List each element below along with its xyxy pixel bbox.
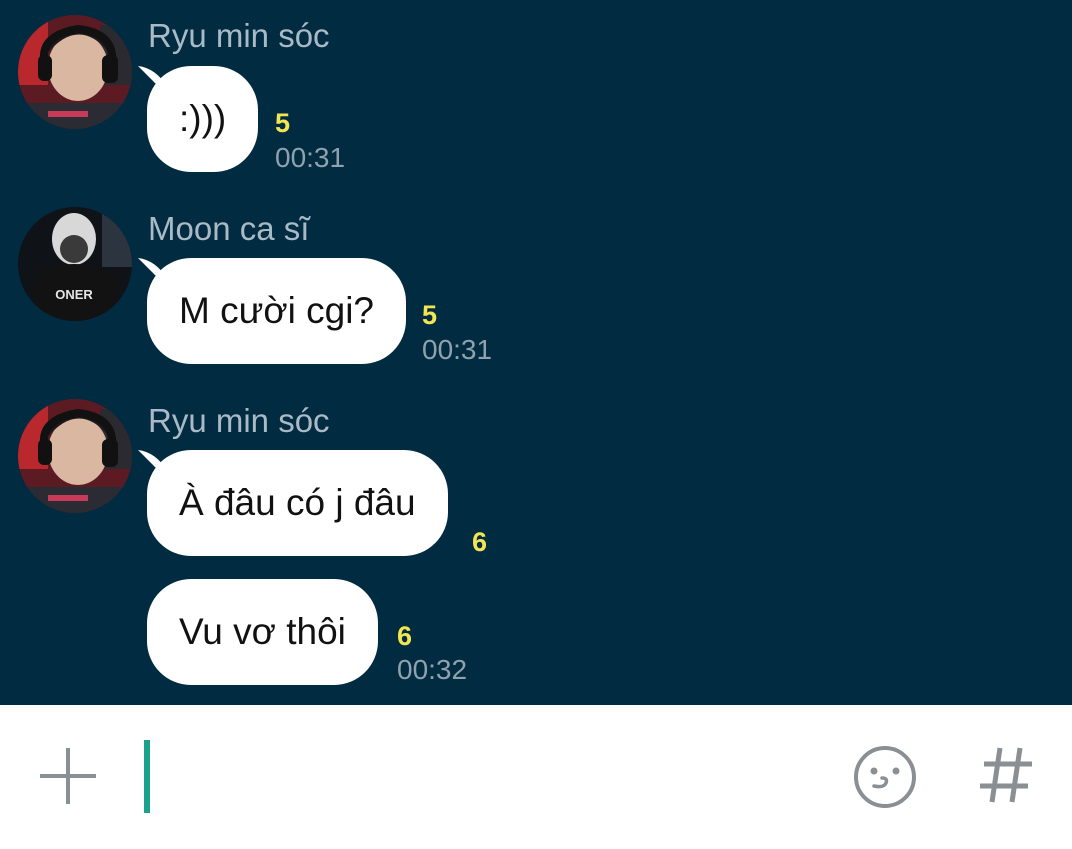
avatar-image: ONER	[18, 207, 132, 321]
sender-name: Moon ca sĩ	[148, 210, 310, 247]
avatar-image	[18, 15, 132, 129]
message-bubble[interactable]: :)))	[147, 66, 259, 172]
unread-count: 6	[472, 527, 488, 557]
sender-name: Ryu min sóc	[148, 402, 330, 439]
message-time: 00:31	[275, 142, 346, 173]
unread-count: 5	[275, 108, 291, 138]
sender-name: Ryu min sóc	[148, 17, 330, 54]
hashtag-icon[interactable]	[978, 742, 1034, 808]
sender-avatar[interactable]: ONER	[18, 207, 132, 321]
message-text: M cười cgi?	[179, 290, 375, 331]
avatar-image	[18, 399, 132, 513]
message-text: Vu vơ thôi	[179, 611, 346, 652]
message-input[interactable]	[144, 740, 150, 813]
message-bubble[interactable]: M cười cgi?	[147, 258, 407, 364]
message-time: 00:32	[397, 654, 468, 685]
message-time: 00:31	[422, 334, 493, 365]
message-bubble[interactable]: Vu vơ thôi	[147, 579, 378, 685]
unread-count: 5	[422, 300, 438, 330]
message-bubble[interactable]: À đâu có j đâu	[147, 450, 448, 556]
emoji-icon[interactable]	[852, 744, 918, 810]
sender-avatar[interactable]	[18, 399, 132, 513]
unread-count: 6	[397, 621, 413, 651]
plus-icon[interactable]	[38, 746, 98, 806]
message-text: :)))	[179, 98, 227, 139]
jersey-text: ONER	[55, 287, 93, 302]
message-text: À đâu có j đâu	[179, 482, 416, 523]
sender-avatar[interactable]	[18, 15, 132, 129]
chat-area[interactable]: Ryu min sóc :))) 5 00:31 ONER Moon ca sĩ…	[0, 0, 1072, 705]
